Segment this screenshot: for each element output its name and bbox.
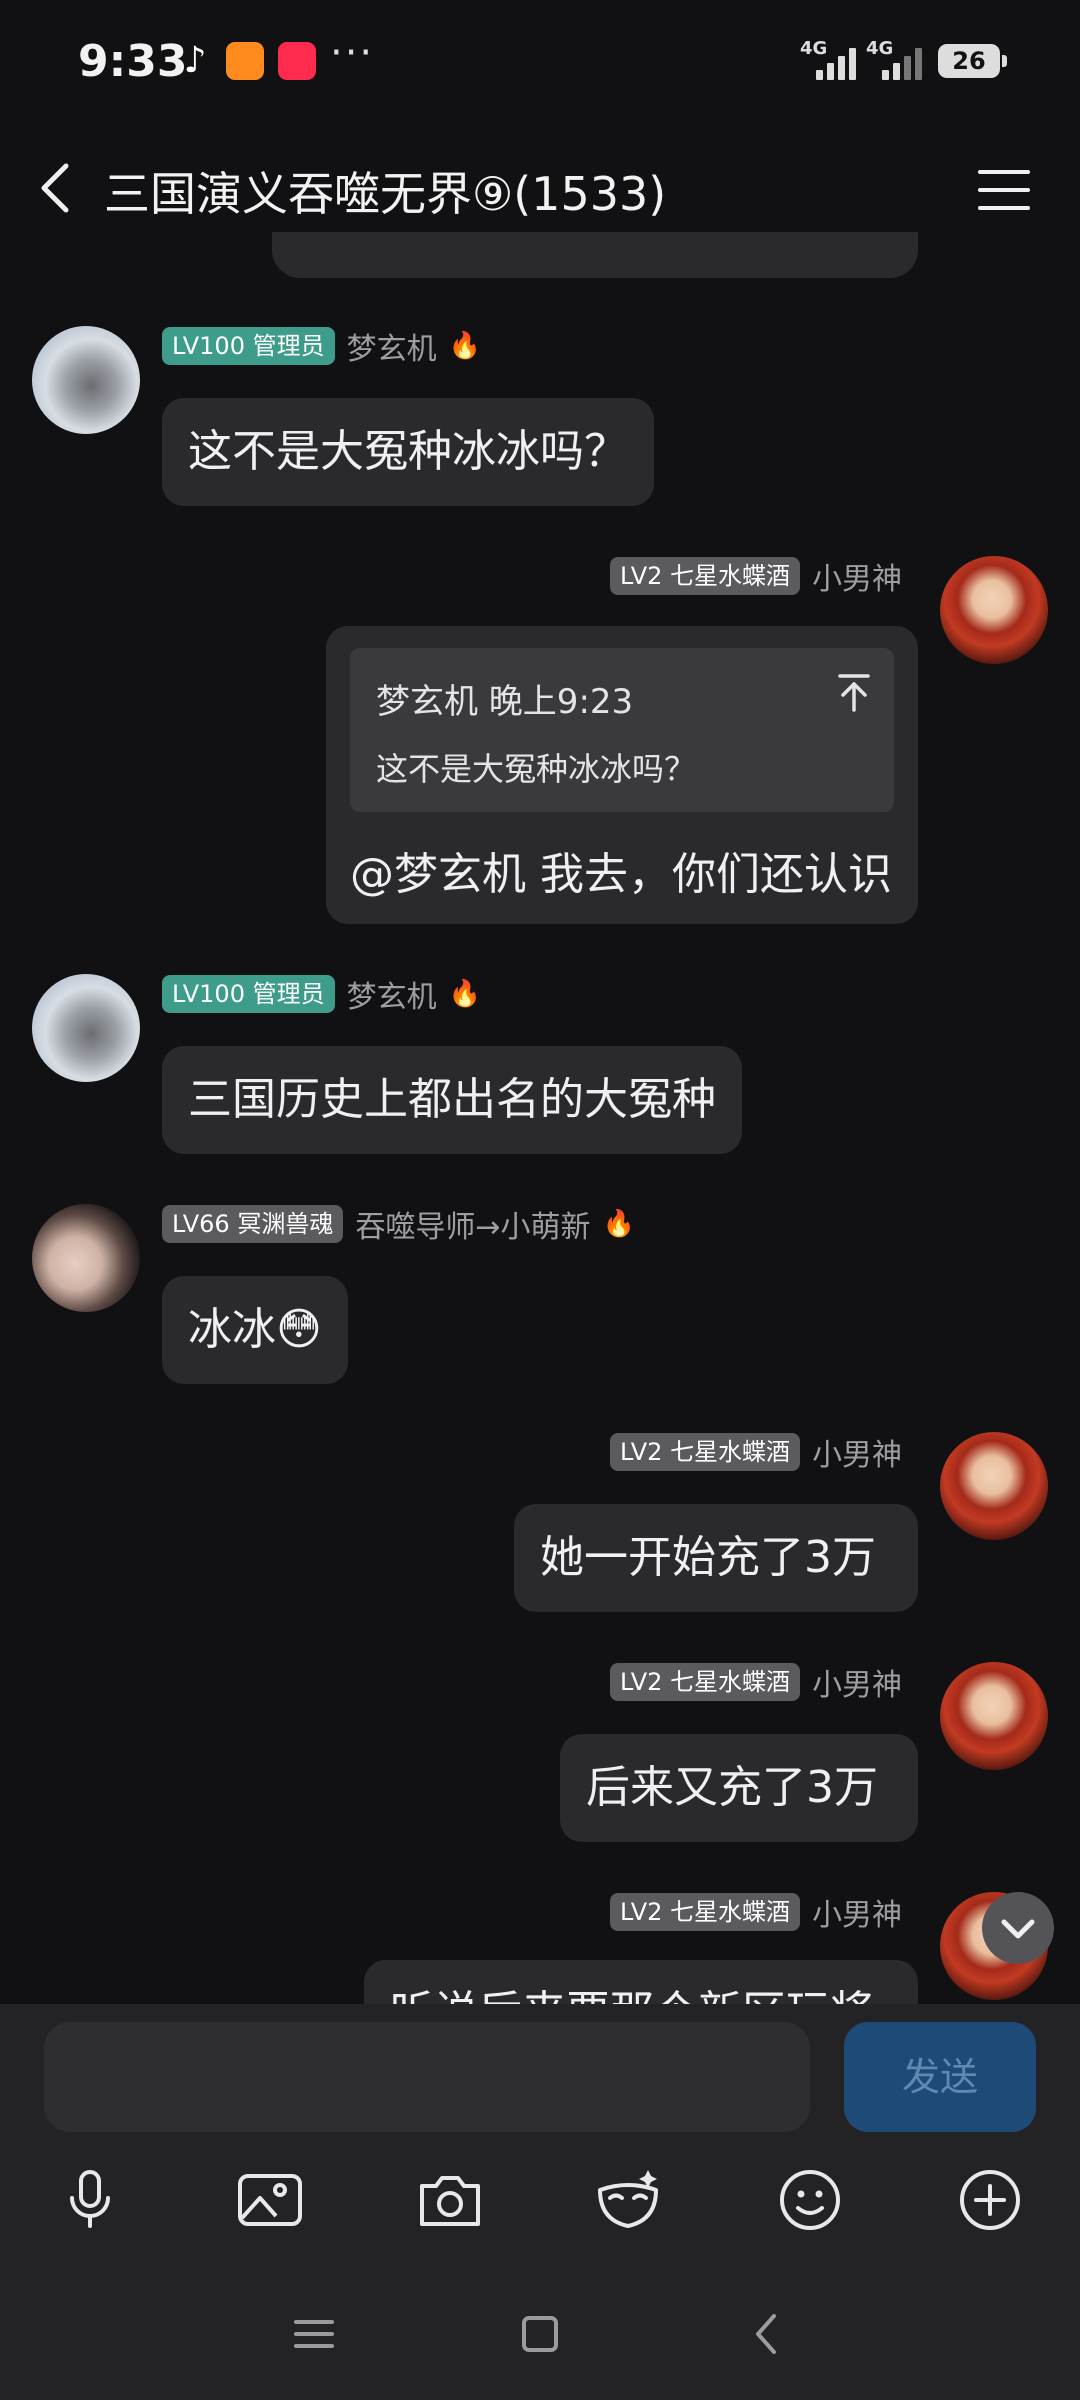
sender-name[interactable]: 吞噬导师→小萌新: [355, 1202, 590, 1246]
microphone-icon[interactable]: [54, 2164, 126, 2236]
message-meta: LV2 七星水蝶酒 小男神: [610, 1890, 902, 1934]
scroll-to-bottom-icon[interactable]: [982, 1892, 1054, 1964]
back-arrow-icon[interactable]: [30, 160, 86, 216]
fire-icon: 🔥: [602, 1209, 635, 1239]
nav-back-icon[interactable]: [744, 2310, 792, 2358]
sender-name[interactable]: 小男神: [812, 1660, 902, 1704]
message-meta: LV2 七星水蝶酒 小男神: [610, 554, 902, 598]
quoted-message[interactable]: 梦玄机 晚上9:23 这不是大冤种冰冰吗？: [350, 648, 894, 812]
video-app-icon: [278, 42, 316, 80]
avatar[interactable]: [32, 326, 140, 434]
sender-name[interactable]: 小男神: [812, 1430, 902, 1474]
sender-name[interactable]: 小男神: [812, 1890, 902, 1934]
message-bubble[interactable]: 冰冰😳: [162, 1276, 348, 1384]
mask-sticker-icon[interactable]: [592, 2164, 664, 2236]
quote-text: 这不是大冤种冰冰吗？: [376, 750, 697, 788]
system-nav-bar: [0, 2268, 1080, 2400]
reply-message-bubble[interactable]: 梦玄机 晚上9:23 这不是大冤种冰冰吗？ @梦玄机 我去，你们还认识: [326, 626, 918, 924]
fire-icon: 🔥: [448, 331, 481, 361]
message-bubble[interactable]: 这不是大冤种冰冰吗？: [162, 398, 654, 506]
sender-name[interactable]: 梦玄机: [347, 972, 437, 1016]
avatar[interactable]: [32, 974, 140, 1082]
quote-header: 梦玄机 晚上9:23: [376, 682, 634, 722]
send-button[interactable]: 发送: [844, 2022, 1036, 2132]
more-notifications-icon: ···: [330, 30, 375, 76]
message-meta: LV2 七星水蝶酒 小男神: [610, 1660, 902, 1704]
avatar[interactable]: [940, 556, 1048, 664]
reply-text: @梦玄机 我去，你们还认识: [350, 849, 892, 900]
shopping-app-icon: [226, 42, 264, 80]
recent-apps-icon[interactable]: [290, 2310, 338, 2358]
flushed-emoji-icon: 😳: [276, 1304, 322, 1355]
message-bubble[interactable]: 三国历史上都出名的大冤种: [162, 1046, 742, 1154]
fire-icon: 🔥: [448, 979, 481, 1009]
avatar[interactable]: [32, 1204, 140, 1312]
message-meta: LV100 管理员 梦玄机 🔥: [162, 972, 481, 1016]
message-text: 听说后来要那个新区玩将: [390, 1976, 874, 2004]
message-bubble[interactable]: 她一开始充了3万: [514, 1504, 918, 1612]
message-text: 冰冰: [188, 1304, 276, 1355]
signal-icon-1: 4G: [800, 38, 860, 80]
group-title: 三国演义吞噬无界⑨(1533): [104, 167, 667, 221]
sender-name[interactable]: 梦玄机: [347, 324, 437, 368]
signal-icon-2: 4G: [866, 38, 926, 80]
clock: 9:33: [78, 36, 188, 87]
status-bar: 9:33 ♪ ··· 4G 4G 26: [0, 0, 1080, 120]
avatar[interactable]: [940, 1432, 1048, 1540]
level-badge: LV100 管理员: [162, 327, 335, 365]
message-input[interactable]: [44, 2022, 810, 2132]
emoji-icon[interactable]: [774, 2164, 846, 2236]
previous-message-bubble: [272, 232, 918, 278]
level-badge: LV2 七星水蝶酒: [610, 1663, 801, 1701]
camera-icon[interactable]: [414, 2164, 486, 2236]
sender-name[interactable]: 小男神: [812, 554, 902, 598]
message-bubble[interactable]: 后来又充了3万: [560, 1734, 918, 1842]
level-badge: LV2 七星水蝶酒: [610, 557, 801, 595]
message-meta: LV100 管理员 梦玄机 🔥: [162, 324, 481, 368]
message-meta: LV2 七星水蝶酒 小男神: [610, 1430, 902, 1474]
level-badge: LV2 七星水蝶酒: [610, 1433, 801, 1471]
plus-icon[interactable]: [954, 2164, 1026, 2236]
home-icon[interactable]: [516, 2310, 564, 2358]
avatar[interactable]: [940, 1662, 1048, 1770]
level-badge: LV66 冥渊兽魂: [162, 1205, 344, 1243]
tiktok-icon: ♪: [183, 40, 207, 81]
message-bubble[interactable]: 听说后来要那个新区玩将: [364, 1960, 918, 2004]
jump-to-message-icon[interactable]: [834, 670, 874, 714]
battery-icon: 26: [938, 44, 1007, 78]
level-badge: LV100 管理员: [162, 975, 335, 1013]
menu-icon[interactable]: [976, 164, 1032, 216]
image-icon[interactable]: [234, 2164, 306, 2236]
level-badge: LV2 七星水蝶酒: [610, 1893, 801, 1931]
message-meta: LV66 冥渊兽魂 吞噬导师→小萌新 🔥: [162, 1202, 635, 1246]
